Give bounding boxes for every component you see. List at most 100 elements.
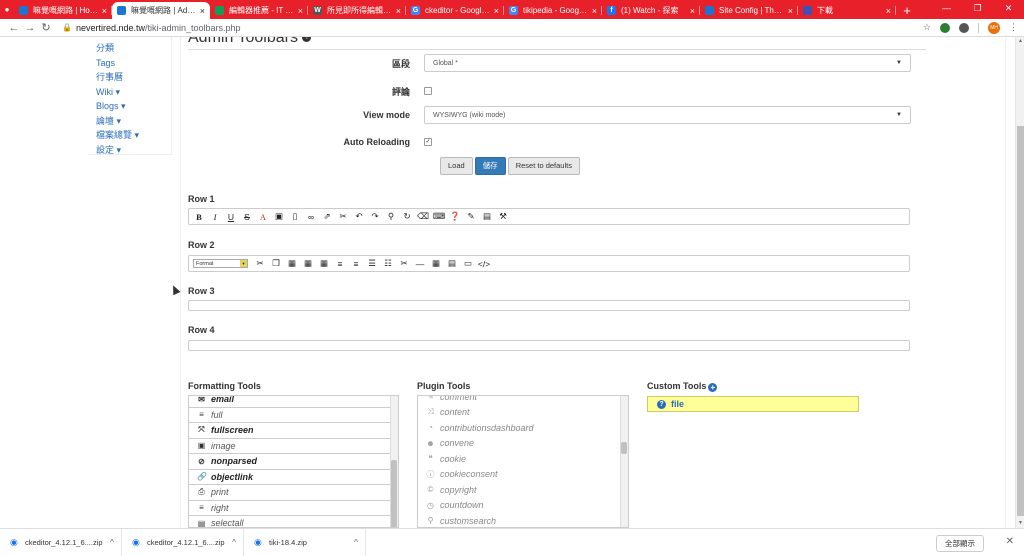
chevron-up-icon[interactable]: ^ (103, 538, 121, 547)
extension-translate-icon[interactable] (959, 22, 969, 33)
formatting-tool-item[interactable]: 🔗 objectlink (189, 470, 398, 485)
view-mode-select[interactable]: WYSIWYG (wiki mode) ▼ (424, 106, 911, 124)
paste-word-icon[interactable]: ▦ (318, 258, 330, 270)
source-code-icon[interactable]: </> (478, 258, 490, 270)
underline-icon[interactable]: U (225, 211, 237, 223)
sidebar-item[interactable]: 行事曆 (88, 70, 171, 85)
profile-avatar[interactable]: MH (988, 21, 1000, 34)
close-window-icon[interactable]: ✕ (993, 0, 1024, 19)
sidebar-item[interactable]: Tags (88, 56, 171, 71)
page-scroll-thumb[interactable] (1017, 126, 1024, 516)
document-icon[interactable]: ▤ (446, 258, 458, 270)
scissors-icon[interactable]: ✂ (398, 258, 410, 270)
find-icon[interactable]: ⚲ (385, 211, 397, 223)
formatting-tool-item[interactable]: ▣ image (189, 439, 398, 454)
row4-toolbar[interactable] (188, 340, 910, 351)
plugin-tool-item[interactable]: ☻ convene (418, 436, 628, 452)
browser-tab[interactable]: 嘛覺嘅網路 | Admin Toolbars× (112, 2, 210, 19)
save-icon[interactable]: ▤ (481, 211, 493, 223)
table-icon[interactable]: ▦ (430, 258, 442, 270)
plugin-tool-item[interactable]: ✎ comment (418, 396, 628, 405)
download-item[interactable]: ◉ ckeditor_4.12.1_6....zip ^ (0, 528, 122, 556)
help-circle-icon[interactable]: ❓ (449, 211, 461, 223)
formatting-tool-item[interactable]: ⎙ print (189, 485, 398, 501)
browser-tab[interactable]: 編輯器推薦 - IT 邦幫忙::一起...× (210, 2, 308, 19)
chevron-up-icon[interactable]: ^ (225, 538, 243, 547)
text-color-icon[interactable]: A (257, 211, 269, 223)
browser-tab[interactable]: Gckeditor - Google 搜尋× (406, 2, 504, 19)
plugin-tool-item[interactable]: ❝ cookie (418, 451, 628, 467)
row3-toolbar[interactable] (188, 300, 910, 311)
extension-shield-icon[interactable] (940, 22, 950, 33)
url-field[interactable]: 🔒 nevertired.nde.tw/tiki-admin_toolbars.… (62, 23, 923, 33)
show-all-downloads-button[interactable]: 全部顯示 (936, 535, 984, 552)
section-select[interactable]: Global * ▼ (424, 54, 911, 72)
external-link-icon[interactable]: ⇗ (321, 211, 333, 223)
redo-icon[interactable]: ↷ (369, 211, 381, 223)
page-scrollbar[interactable]: ▲ ▼ (1015, 37, 1024, 528)
minimize-icon[interactable]: — (931, 0, 962, 19)
bookmark-star-icon[interactable]: ☆ (923, 22, 931, 33)
auto-reload-checkbox[interactable]: ✓ (424, 138, 432, 146)
plugin-tool-item[interactable]: ⓘ cookieconsent (418, 467, 628, 483)
plugin-tool-item[interactable]: © copyright (418, 482, 628, 498)
plugin-tools-scrollbar[interactable] (620, 396, 628, 527)
format-select[interactable]: Format ▼ (193, 259, 248, 268)
row1-toolbar[interactable]: B I U S A ▣ ▯ ∞ ⇗ ✂ ↶ ↷ ⚲ ↻ ⌫ ⌨ ❓ ✎ ▤ ⚒ (188, 208, 910, 225)
align-left-icon[interactable]: ≡ (334, 258, 346, 270)
scroll-down-icon[interactable]: ▼ (1016, 519, 1024, 528)
sidebar-item[interactable]: 設定 ▾ (88, 143, 171, 158)
browser-tab[interactable]: 嘛覺嘅網路 | HomePage× (14, 2, 112, 19)
numbered-list-icon[interactable]: ☷ (382, 258, 394, 270)
link-icon[interactable]: ∞ (305, 211, 317, 223)
formatting-tool-item[interactable]: ▤ selectall (189, 516, 398, 527)
eraser-icon[interactable]: ⌫ (417, 211, 429, 223)
scroll-up-icon[interactable]: ▲ (1016, 37, 1024, 46)
plugin-tool-item[interactable]: ⤨ content (418, 405, 628, 421)
window-icon[interactable]: ▭ (462, 258, 474, 270)
browser-tab[interactable]: Gtikipedia - Google 搜尋× (504, 2, 602, 19)
download-item[interactable]: ◉ tiki-18.4.zip ^ (244, 528, 366, 556)
scroll-thumb[interactable] (621, 442, 627, 454)
sidebar-item[interactable]: Blogs ▾ (88, 99, 171, 114)
browser-tab[interactable]: Site Config | Themes× (700, 2, 798, 19)
sidebar-item[interactable]: 論壇 ▾ (88, 114, 171, 129)
wrench-icon[interactable]: ⚒ (497, 211, 509, 223)
close-tab-icon[interactable]: × (494, 6, 499, 16)
keyboard-icon[interactable]: ⌨ (433, 211, 445, 223)
cut-icon[interactable]: ✂ (254, 258, 266, 270)
paste-text-icon[interactable]: ▦ (302, 258, 314, 270)
save-button[interactable]: 儲存 (474, 157, 506, 175)
sidebar-item[interactable]: Wiki ▾ (88, 85, 171, 100)
close-download-shelf-icon[interactable]: ✕ (1006, 536, 1014, 547)
image-icon[interactable]: ▣ (273, 211, 285, 223)
plugin-tool-item[interactable]: ◔ contributionsdashboard (418, 420, 628, 436)
formatting-tools-list[interactable]: ✉ email ≡ full ⤧ fullscreen ▣ image ⊘ nonparsed 🔗 o… (188, 395, 399, 528)
chevron-up-icon[interactable]: ^ (347, 538, 365, 547)
close-tab-icon[interactable]: × (788, 6, 793, 16)
close-tab-icon[interactable]: × (102, 6, 107, 16)
back-icon[interactable]: ← (6, 22, 22, 34)
sidebar-item[interactable]: 檔案總覽 ▾ (88, 128, 171, 143)
browser-tab[interactable]: 下載 × (798, 2, 896, 19)
formatting-tool-item[interactable]: ⤧ fullscreen (189, 423, 398, 439)
menu-kebab-icon[interactable]: ⋮ (1009, 22, 1018, 33)
formatting-tool-item[interactable]: ⊘ nonparsed (189, 454, 398, 470)
formatting-tools-scrollbar[interactable] (390, 396, 398, 527)
paste-icon[interactable]: ▦ (286, 258, 298, 270)
comments-checkbox[interactable] (424, 87, 432, 95)
plugin-tool-item[interactable]: ◷ countdown (418, 498, 628, 514)
tab-search-icon[interactable]: ● (0, 0, 14, 19)
scroll-thumb[interactable] (391, 460, 397, 527)
plugin-tool-item[interactable]: ⚲ customsearch (418, 513, 628, 527)
browser-tab[interactable]: W 所見即所得編輯器 - 維基百科× (308, 2, 406, 19)
browser-tab[interactable]: f (1) Watch - 探索 × (602, 2, 700, 19)
close-tab-icon[interactable]: × (200, 6, 205, 16)
close-tab-icon[interactable]: × (298, 6, 303, 16)
close-tab-icon[interactable]: × (592, 6, 597, 16)
align-center-icon[interactable]: ≡ (350, 258, 362, 270)
help-icon[interactable]: ? (302, 37, 312, 43)
formatting-tool-item[interactable]: ≡ full (189, 408, 398, 423)
close-tab-icon[interactable]: × (690, 6, 695, 16)
strikethrough-icon[interactable]: S (241, 211, 253, 223)
